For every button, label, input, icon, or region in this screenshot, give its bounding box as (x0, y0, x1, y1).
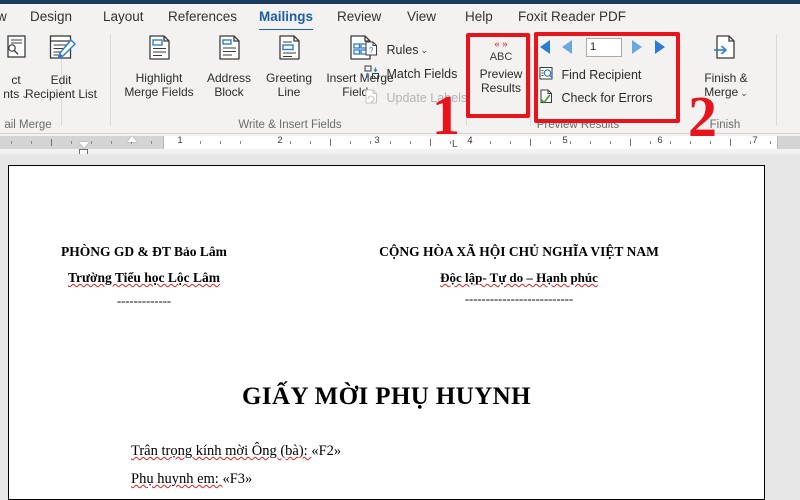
tab-foxit-reader-pdf[interactable]: Foxit Reader PDF (515, 4, 629, 30)
address-block-label-line1: Address (206, 71, 252, 85)
match-fields-icon (364, 65, 379, 80)
greeting-line-icon (258, 34, 320, 69)
rules-icon: ? (364, 41, 379, 56)
update-labels-label: Update Labels (386, 90, 468, 105)
header-left-line2: Trường Tiểu học Lộc Lâm (67, 270, 221, 285)
highlight-merge-fields-button[interactable]: Highlight Merge Fields (118, 34, 200, 99)
next-record-button[interactable] (632, 40, 642, 54)
finish-and-merge-icon (688, 34, 764, 69)
check-for-errors-button[interactable]: Check for Errors (539, 88, 652, 106)
tab-help[interactable]: Help (462, 4, 496, 30)
record-number-input[interactable]: 1 (586, 38, 622, 57)
greeting-line-label-line2: Line (277, 85, 301, 99)
preview-results-label-line1: Preview (479, 67, 523, 81)
document-title: GIẤY MỜI PHỤ HUYNH (242, 383, 531, 410)
header-left-line1: PHÒNG GD & ĐT Bảo Lâm (61, 244, 227, 259)
greeting-line-label-line1: Greeting (265, 71, 313, 85)
group-label-finish: Finish (709, 119, 741, 131)
ribbon-tab-bar: w Design Layout References Mailings Revi… (0, 4, 800, 31)
header-right-line2: Độc lập- Tự do – Hạnh phúc (440, 270, 598, 285)
previous-record-button[interactable] (562, 40, 572, 54)
document-page[interactable]: PHÒNG GD & ĐT Bảo Lâm Trường Tiểu học Lộ… (8, 165, 765, 500)
ruler-number: 7 (752, 135, 758, 146)
first-line-indent-marker[interactable] (127, 136, 137, 142)
highlight-merge-fields-icon (118, 34, 200, 69)
preview-results-button[interactable]: « » ABC Preview Results (474, 36, 528, 95)
ruler-number: 1 (177, 135, 183, 146)
edit-recipient-list-icon (13, 34, 109, 71)
highlight-merge-fields-label-line1: Highlight (135, 71, 183, 85)
update-labels-icon (364, 89, 379, 104)
ruler-number: 5 (562, 135, 568, 146)
match-fields-button[interactable]: Match Fields (364, 64, 457, 82)
ruler-number: 6 (657, 135, 663, 146)
tab-draw[interactable]: w (0, 4, 10, 30)
word-window: w Design Layout References Mailings Revi… (0, 0, 800, 500)
group-label-write-insert-fields: Write & Insert Fields (238, 119, 342, 131)
ruler-number: 3 (374, 135, 380, 146)
preview-results-label-line2: Results (480, 81, 521, 95)
edit-recipient-list-label-line1: Edit (50, 73, 72, 87)
tab-mailings[interactable]: Mailings (256, 4, 316, 31)
finish-and-merge-button[interactable]: Finish & Merge ⌄ (688, 34, 764, 100)
update-labels-button: Update Labels (364, 88, 467, 106)
tab-review[interactable]: Review (334, 4, 384, 30)
horizontal-ruler[interactable]: 1 2 3 4 5 6 7 L (0, 134, 800, 156)
svg-text:ABC: ABC (490, 51, 513, 62)
group-label-preview-results: Preview Results (536, 119, 620, 131)
check-for-errors-label: Check for Errors (561, 90, 653, 105)
greeting-line-button[interactable]: Greeting Line (258, 34, 320, 99)
finish-and-merge-label-line2: Merge ⌄ (704, 85, 748, 99)
document-canvas: PHÒNG GD & ĐT Bảo Lâm Trường Tiểu học Lộ… (0, 154, 800, 500)
preview-results-icon: « » ABC (474, 36, 528, 65)
check-for-errors-icon (539, 89, 554, 104)
match-fields-label: Match Fields (386, 66, 458, 81)
edit-recipient-list-label-line2: Recipient List (24, 87, 98, 101)
tab-design[interactable]: Design (27, 4, 75, 30)
ribbon: ct nts ⌄ Edit Recipient List Highlight M… (0, 30, 800, 134)
finish-and-merge-label-line1: Finish & (704, 71, 748, 85)
header-left-dashes: ------------- (116, 294, 172, 308)
address-block-label-line2: Block (214, 85, 244, 99)
body-line-2: Phụ huynh em: «F3» (131, 471, 253, 487)
address-block-icon (198, 34, 260, 69)
chevron-down-icon: ⌄ (420, 45, 428, 55)
ruler-number: 4 (467, 135, 473, 146)
chevron-down-icon: ⌄ (740, 88, 748, 98)
edit-recipient-list-button[interactable]: Edit Recipient List (13, 34, 109, 101)
first-record-button[interactable] (540, 40, 550, 54)
group-separator (776, 34, 777, 126)
rules-label: Rules (386, 42, 419, 57)
last-record-button[interactable] (655, 40, 665, 54)
svg-text:?: ? (369, 46, 374, 55)
header-right-line1: CỘNG HÒA XÃ HỘI CHỦ NGHĨA VIỆT NAM (379, 244, 659, 259)
group-separator (110, 34, 111, 126)
group-separator (676, 34, 677, 126)
group-separator (466, 34, 467, 126)
find-recipient-icon (539, 66, 554, 81)
find-recipient-label: Find Recipient (561, 67, 642, 82)
group-separator (530, 34, 531, 126)
address-block-button[interactable]: Address Block (198, 34, 260, 99)
highlight-merge-fields-label-line2: Merge Fields (124, 85, 194, 99)
find-recipient-button[interactable]: Find Recipient (539, 65, 641, 83)
ruler-number: 2 (277, 135, 283, 146)
body-line-1: Trân trọng kính mời Ông (bà): «F2» (131, 443, 342, 459)
tab-view[interactable]: View (404, 4, 439, 30)
rules-button[interactable]: ? Rules ⌄ (364, 40, 428, 58)
group-label-start-mail-merge: ail Merge (4, 119, 52, 131)
hanging-indent-marker[interactable] (79, 142, 89, 148)
header-right-dashes: -------------------------- (464, 292, 574, 306)
svg-text:« »: « » (494, 38, 508, 50)
tab-references[interactable]: References (165, 4, 240, 30)
tab-stop-marker[interactable]: L (452, 139, 458, 150)
tab-layout[interactable]: Layout (100, 4, 147, 30)
